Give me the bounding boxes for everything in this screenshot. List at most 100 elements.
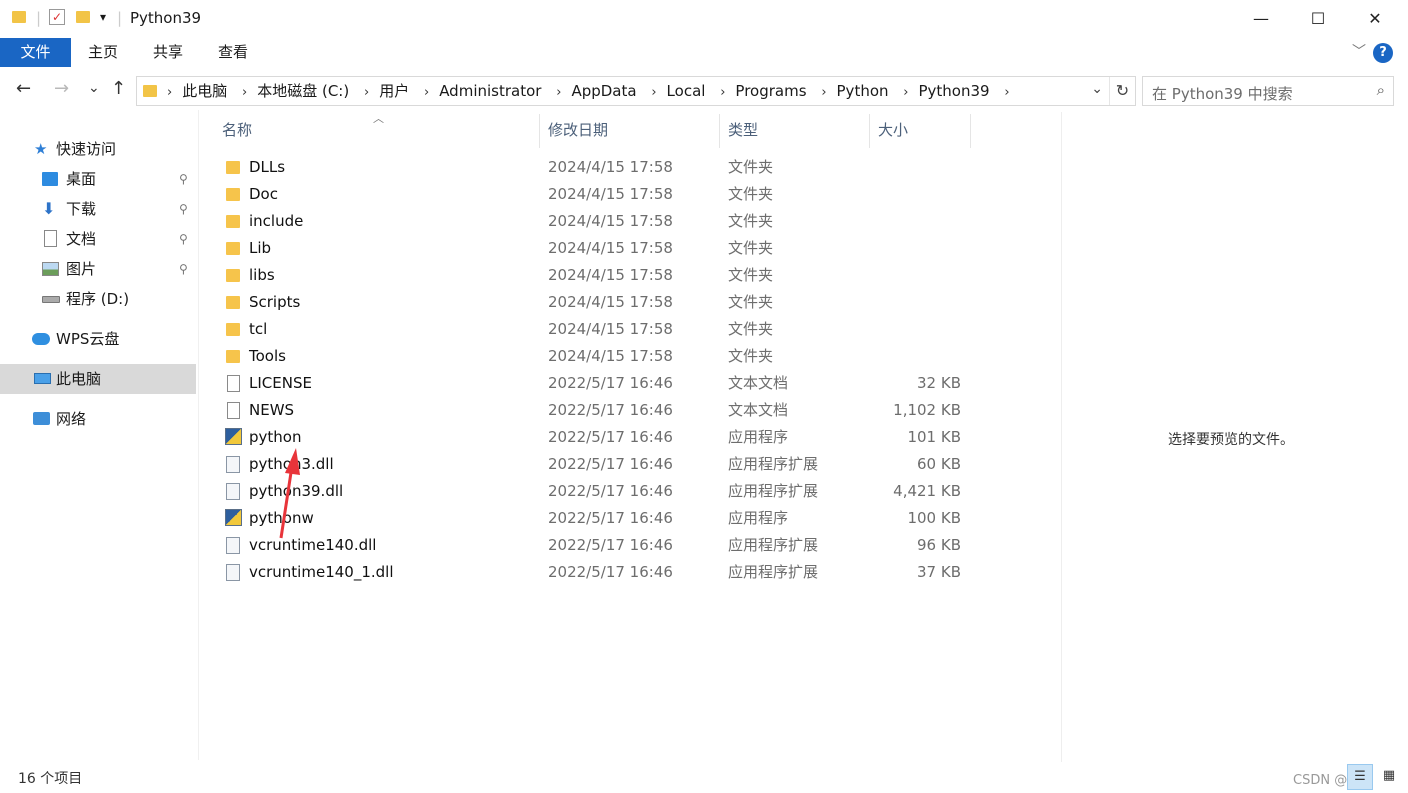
folder-icon xyxy=(143,85,157,97)
file-row[interactable]: Doc 2024/4/15 17:58 文件夹 xyxy=(213,181,973,208)
search-icon: ⌕ xyxy=(1376,81,1385,99)
column-header-type[interactable]: 类型 xyxy=(719,114,870,148)
sidebar-item-label: WPS云盘 xyxy=(56,330,120,348)
file-row[interactable]: vcruntime140.dll 2022/5/17 16:46 应用程序扩展 96 … xyxy=(213,532,973,559)
file-date: 2024/4/15 17:58 xyxy=(548,347,673,365)
file-row[interactable]: NEWS 2022/5/17 16:46 文本文档 1,102 KB xyxy=(213,397,973,424)
recent-locations-button[interactable]: ⌄ xyxy=(88,80,100,96)
details-view-button[interactable]: ☰ xyxy=(1347,764,1373,790)
search-box[interactable]: 在 Python39 中搜索 ⌕ xyxy=(1142,76,1394,106)
file-row[interactable]: python 2022/5/17 16:46 应用程序 101 KB xyxy=(213,424,973,451)
divider: | xyxy=(36,9,42,27)
sidebar-item-desktop[interactable]: 桌面 ⚲ xyxy=(0,164,196,194)
file-date: 2022/5/17 16:46 xyxy=(548,536,673,554)
file-row[interactable]: libs 2024/4/15 17:58 文件夹 xyxy=(213,262,973,289)
expand-ribbon-icon[interactable]: ﹀ xyxy=(1352,41,1366,61)
pin-icon[interactable]: ⚲ xyxy=(179,254,188,284)
minimize-button[interactable]: — xyxy=(1238,0,1284,38)
file-name: python xyxy=(249,428,302,446)
file-row[interactable]: python3.dll 2022/5/17 16:46 应用程序扩展 60 KB xyxy=(213,451,973,478)
help-button[interactable]: ? xyxy=(1373,43,1393,63)
file-date: 2022/5/17 16:46 xyxy=(548,455,673,473)
network-icon xyxy=(33,412,50,425)
download-icon: ⬇ xyxy=(42,199,56,218)
address-dropdown-icon[interactable]: ⌄ xyxy=(1091,81,1103,97)
file-type: 应用程序扩展 xyxy=(728,563,819,581)
crumb-python39[interactable]: Python39 xyxy=(919,82,990,100)
document-icon xyxy=(44,230,57,247)
forward-button[interactable]: → xyxy=(54,78,69,99)
crumb-this-pc[interactable]: 此电脑 xyxy=(182,82,227,100)
file-row[interactable]: Tools 2024/4/15 17:58 文件夹 xyxy=(213,343,973,370)
new-folder-icon[interactable] xyxy=(76,11,90,23)
file-type: 文件夹 xyxy=(728,347,774,365)
column-header-date[interactable]: 修改日期 xyxy=(539,114,720,148)
file-row[interactable]: vcruntime140_1.dll 2022/5/17 16:46 应用程序扩展 3… xyxy=(213,559,973,586)
file-size: 101 KB xyxy=(907,428,961,446)
crumb-administrator[interactable]: Administrator xyxy=(439,82,541,100)
column-header-name[interactable]: 名称 xyxy=(213,114,540,148)
file-row[interactable]: pythonw 2022/5/17 16:46 应用程序 100 KB xyxy=(213,505,973,532)
file-row[interactable]: LICENSE 2022/5/17 16:46 文本文档 32 KB xyxy=(213,370,973,397)
crumb-appdata[interactable]: AppData xyxy=(571,82,636,100)
search-placeholder: 在 Python39 中搜索 xyxy=(1152,85,1293,103)
file-row[interactable]: tcl 2024/4/15 17:58 文件夹 xyxy=(213,316,973,343)
close-button[interactable]: ✕ xyxy=(1352,0,1398,38)
sidebar-item-quick-access[interactable]: ★ 快速访问 xyxy=(0,134,196,164)
navigation-bar: ← → ⌄ ↑ › 此电脑 › 本地磁盘 (C:) › 用户 › Administrat… xyxy=(0,74,1408,108)
up-button[interactable]: ↑ xyxy=(111,78,126,99)
crumb-users[interactable]: 用户 xyxy=(379,82,409,100)
sidebar-item-pictures[interactable]: 图片 ⚲ xyxy=(0,254,196,284)
file-name: python39.dll xyxy=(249,482,344,500)
column-header-size[interactable]: 大小 xyxy=(869,114,971,148)
file-size: 60 KB xyxy=(917,455,961,473)
maximize-button[interactable]: ☐ xyxy=(1295,0,1341,38)
file-date: 2022/5/17 16:46 xyxy=(548,482,673,500)
refresh-button[interactable]: ↻ xyxy=(1109,77,1135,105)
crumb-python[interactable]: Python xyxy=(837,82,889,100)
tab-file[interactable]: 文件 xyxy=(0,38,71,67)
file-type: 文件夹 xyxy=(728,320,774,338)
file-name: Lib xyxy=(249,239,272,257)
tab-share[interactable]: 共享 xyxy=(137,38,199,67)
sidebar-item-wps-cloud[interactable]: WPS云盘 xyxy=(0,324,196,354)
sidebar-item-downloads[interactable]: ⬇ 下载 ⚲ xyxy=(0,194,196,224)
qat-dropdown-icon[interactable]: ▾ xyxy=(100,10,106,24)
file-date: 2024/4/15 17:58 xyxy=(548,212,673,230)
file-type: 文件夹 xyxy=(728,212,774,230)
breadcrumb-separator: › xyxy=(167,85,173,100)
crumb-local[interactable]: Local xyxy=(667,82,706,100)
pin-icon[interactable]: ⚲ xyxy=(179,194,188,224)
tab-home[interactable]: 主页 xyxy=(72,38,134,67)
file-row[interactable]: include 2024/4/15 17:58 文件夹 xyxy=(213,208,973,235)
divider: | xyxy=(117,9,123,27)
desktop-icon xyxy=(42,172,58,186)
sidebar-item-drive-d[interactable]: 程序 (D:) xyxy=(0,284,196,314)
tab-view[interactable]: 查看 xyxy=(202,38,264,67)
file-row[interactable]: Scripts 2024/4/15 17:58 文件夹 xyxy=(213,289,973,316)
address-bar[interactable]: › 此电脑 › 本地磁盘 (C:) › 用户 › Administrator › AppD… xyxy=(136,76,1136,106)
sidebar-item-this-pc[interactable]: 此电脑 xyxy=(0,364,196,394)
file-row[interactable]: Lib 2024/4/15 17:58 文件夹 xyxy=(213,235,973,262)
sidebar-item-label: 桌面 xyxy=(66,170,97,188)
crumb-programs[interactable]: Programs xyxy=(735,82,806,100)
python-app-icon xyxy=(225,509,242,526)
back-button[interactable]: ← xyxy=(16,78,31,99)
file-row[interactable]: DLLs 2024/4/15 17:58 文件夹 xyxy=(213,154,973,181)
crumb-local-disk[interactable]: 本地磁盘 (C:) xyxy=(257,82,349,100)
preview-message: 选择要预览的文件。 xyxy=(1168,432,1294,448)
computer-icon xyxy=(34,373,51,384)
breadcrumb-separator: › xyxy=(556,85,562,100)
breadcrumb-separator[interactable]: › xyxy=(1004,85,1009,100)
sidebar-item-documents[interactable]: 文档 ⚲ xyxy=(0,224,196,254)
properties-icon[interactable]: ✓ xyxy=(49,9,65,25)
file-name: tcl xyxy=(249,320,268,338)
large-icons-view-button[interactable]: ▦ xyxy=(1376,764,1402,790)
file-row[interactable]: python39.dll 2022/5/17 16:46 应用程序扩展 4,421 K… xyxy=(213,478,973,505)
sidebar-item-network[interactable]: 网络 xyxy=(0,404,196,434)
folder-icon xyxy=(226,350,240,363)
file-date: 2022/5/17 16:46 xyxy=(548,374,673,392)
pin-icon[interactable]: ⚲ xyxy=(179,164,188,194)
pin-icon[interactable]: ⚲ xyxy=(179,224,188,254)
file-name: vcruntime140.dll xyxy=(249,536,377,554)
